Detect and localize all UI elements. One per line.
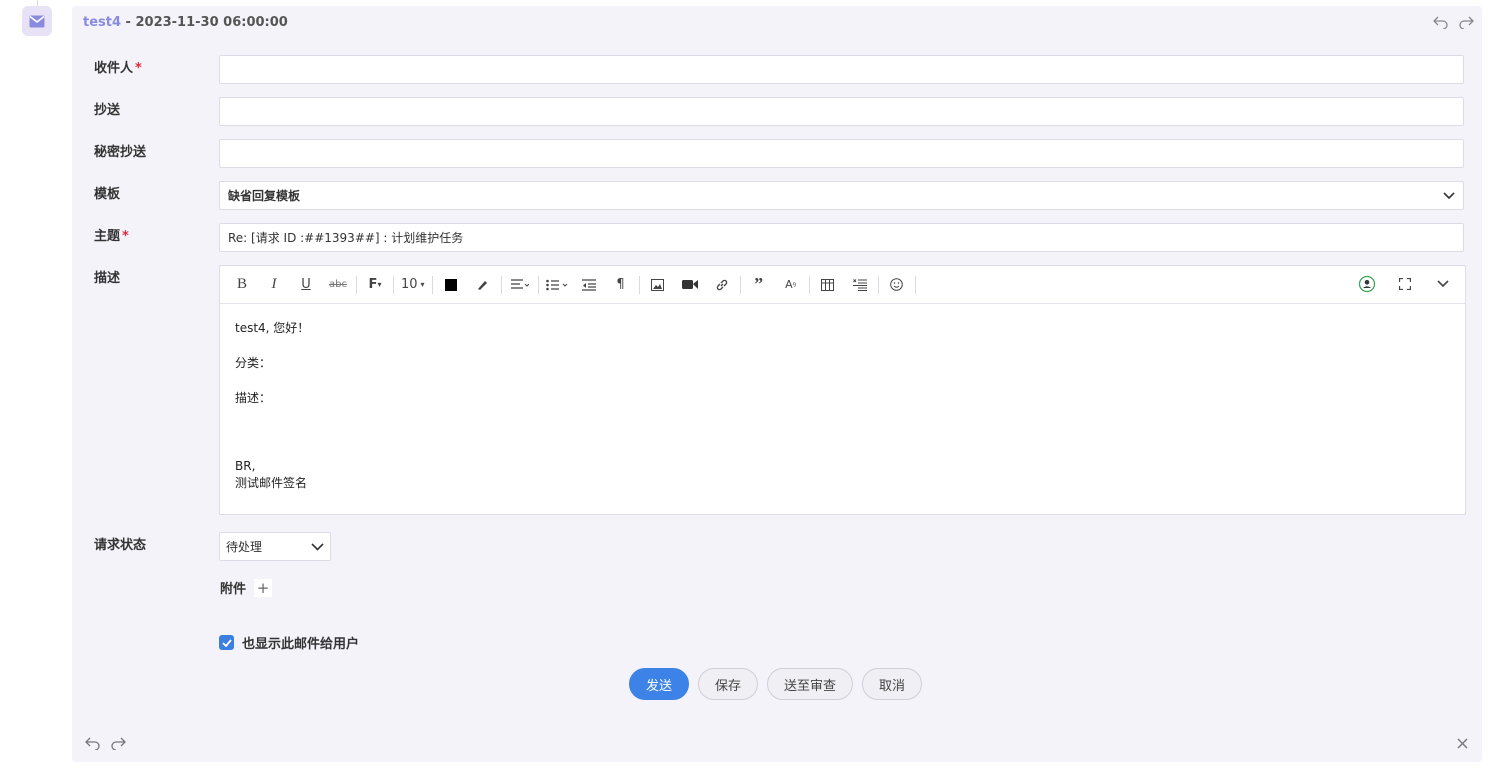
show-to-user-checkbox[interactable] — [219, 635, 234, 650]
horizontal-rule-icon[interactable] — [849, 274, 871, 296]
toolbar-divider — [431, 275, 433, 294]
required-mark: * — [135, 61, 142, 76]
show-to-user-label: 也显示此邮件给用户 — [242, 637, 360, 652]
user-sync-icon[interactable] — [1356, 273, 1378, 295]
description-label: 描述 — [94, 271, 121, 286]
text-color-icon[interactable] — [440, 274, 462, 296]
category-line: 分类： — [235, 356, 272, 370]
to-label: 收件人 * — [94, 61, 142, 76]
bcc-label: 秘密抄送 — [94, 145, 147, 160]
toolbar-divider — [500, 275, 502, 294]
redo-icon[interactable] — [110, 735, 126, 751]
chevron-down-icon — [311, 540, 324, 554]
undo-icon[interactable] — [84, 735, 100, 751]
paragraph-icon[interactable]: ¶ — [610, 274, 632, 296]
underline-icon[interactable]: U — [295, 274, 317, 296]
status-select[interactable]: 待处理 — [219, 532, 331, 561]
highlight-pen-icon[interactable] — [472, 274, 494, 296]
signature-line: 测试邮件签名 — [235, 476, 308, 490]
template-select[interactable]: 缺省回复模板 — [219, 181, 1464, 210]
list-icon[interactable] — [545, 274, 568, 296]
signature-br: BR, — [235, 459, 256, 473]
editor-toolbar: B I U abc F ▾ 10 ▾ ¶ ” Aꝰ — [220, 266, 1465, 304]
fullscreen-icon[interactable] — [1394, 273, 1416, 295]
subject-field[interactable]: Re: [请求 ID :##1393##] : 计划维护任务 — [219, 223, 1464, 252]
status-value: 待处理 — [226, 540, 263, 554]
toolbar-divider — [356, 275, 357, 294]
subject-label: 主题 * — [94, 229, 129, 244]
bcc-field[interactable] — [219, 139, 1464, 168]
attachments-label: 附件 — [220, 582, 247, 597]
header-actions — [1432, 14, 1474, 30]
reply-panel: test4 - 2023-11-30 06:00:00 收件人 * 抄送 秘密抄送… — [72, 6, 1482, 762]
submit-review-button[interactable]: 送至审查 — [767, 668, 854, 700]
send-button[interactable]: 发送 — [629, 668, 690, 700]
clear-format-icon[interactable]: Aꝰ — [780, 274, 802, 296]
show-to-user-option: 也显示此邮件给用户 — [219, 633, 359, 652]
toolbar-divider — [638, 275, 640, 294]
italic-icon[interactable]: I — [263, 274, 285, 296]
emoji-icon[interactable] — [886, 274, 908, 296]
strikethrough-icon[interactable]: abc — [327, 274, 349, 296]
cc-label: 抄送 — [94, 103, 121, 118]
toolbar-right — [1351, 273, 1459, 295]
reply-header: test4 - 2023-11-30 06:00:00 — [83, 15, 288, 30]
footer-actions — [84, 735, 126, 751]
description-editor: B I U abc F ▾ 10 ▾ ¶ ” Aꝰ test4, 您好！ 分类：… — [219, 265, 1466, 515]
to-field[interactable] — [219, 55, 1464, 84]
toolbar-divider — [914, 275, 916, 294]
cc-field[interactable] — [219, 97, 1464, 126]
forward-icon[interactable] — [1458, 14, 1474, 30]
toolbar-divider — [393, 275, 394, 294]
toolbar-divider — [537, 275, 539, 294]
template-label: 模板 — [94, 187, 121, 202]
link-icon[interactable] — [711, 274, 733, 296]
chevron-down-icon — [1443, 189, 1455, 203]
outdent-icon[interactable] — [578, 274, 600, 296]
status-label: 请求状态 — [94, 538, 147, 553]
toolbar-divider — [808, 275, 810, 294]
toolbar-divider — [739, 275, 741, 294]
header-datetime: 2023-11-30 06:00:00 — [135, 15, 288, 30]
bold-icon[interactable]: B — [231, 274, 253, 296]
cancel-button[interactable]: 取消 — [862, 668, 923, 700]
save-button[interactable]: 保存 — [698, 668, 759, 700]
image-icon[interactable] — [647, 274, 669, 296]
mail-icon — [22, 6, 52, 36]
header-separator: - — [121, 15, 136, 30]
action-buttons: 发送 保存 送至审查 取消 — [629, 668, 923, 700]
description-line: 描述： — [235, 391, 272, 405]
greeting-line: test4, 您好！ — [235, 321, 310, 335]
template-value: 缺省回复模板 — [228, 189, 301, 203]
attachments-section: 附件 + — [220, 578, 273, 597]
add-attachment-icon[interactable]: + — [254, 578, 273, 597]
reply-icon[interactable] — [1432, 14, 1448, 30]
font-family-icon[interactable]: F ▾ — [364, 274, 386, 296]
font-size-select[interactable]: 10 ▾ — [401, 274, 425, 296]
close-icon[interactable] — [1454, 735, 1470, 751]
required-mark: * — [122, 229, 129, 244]
font-size-value: 10 — [401, 277, 418, 292]
table-icon[interactable] — [817, 274, 839, 296]
editor-content[interactable]: test4, 您好！ 分类： 描述： BR, 测试邮件签名 — [220, 304, 1465, 508]
chevron-down-icon[interactable] — [1432, 273, 1454, 295]
toolbar-divider — [877, 275, 879, 294]
video-icon[interactable] — [679, 274, 701, 296]
quote-icon[interactable]: ” — [748, 274, 770, 296]
sender-name: test4 — [83, 15, 122, 30]
align-icon[interactable] — [509, 274, 531, 296]
